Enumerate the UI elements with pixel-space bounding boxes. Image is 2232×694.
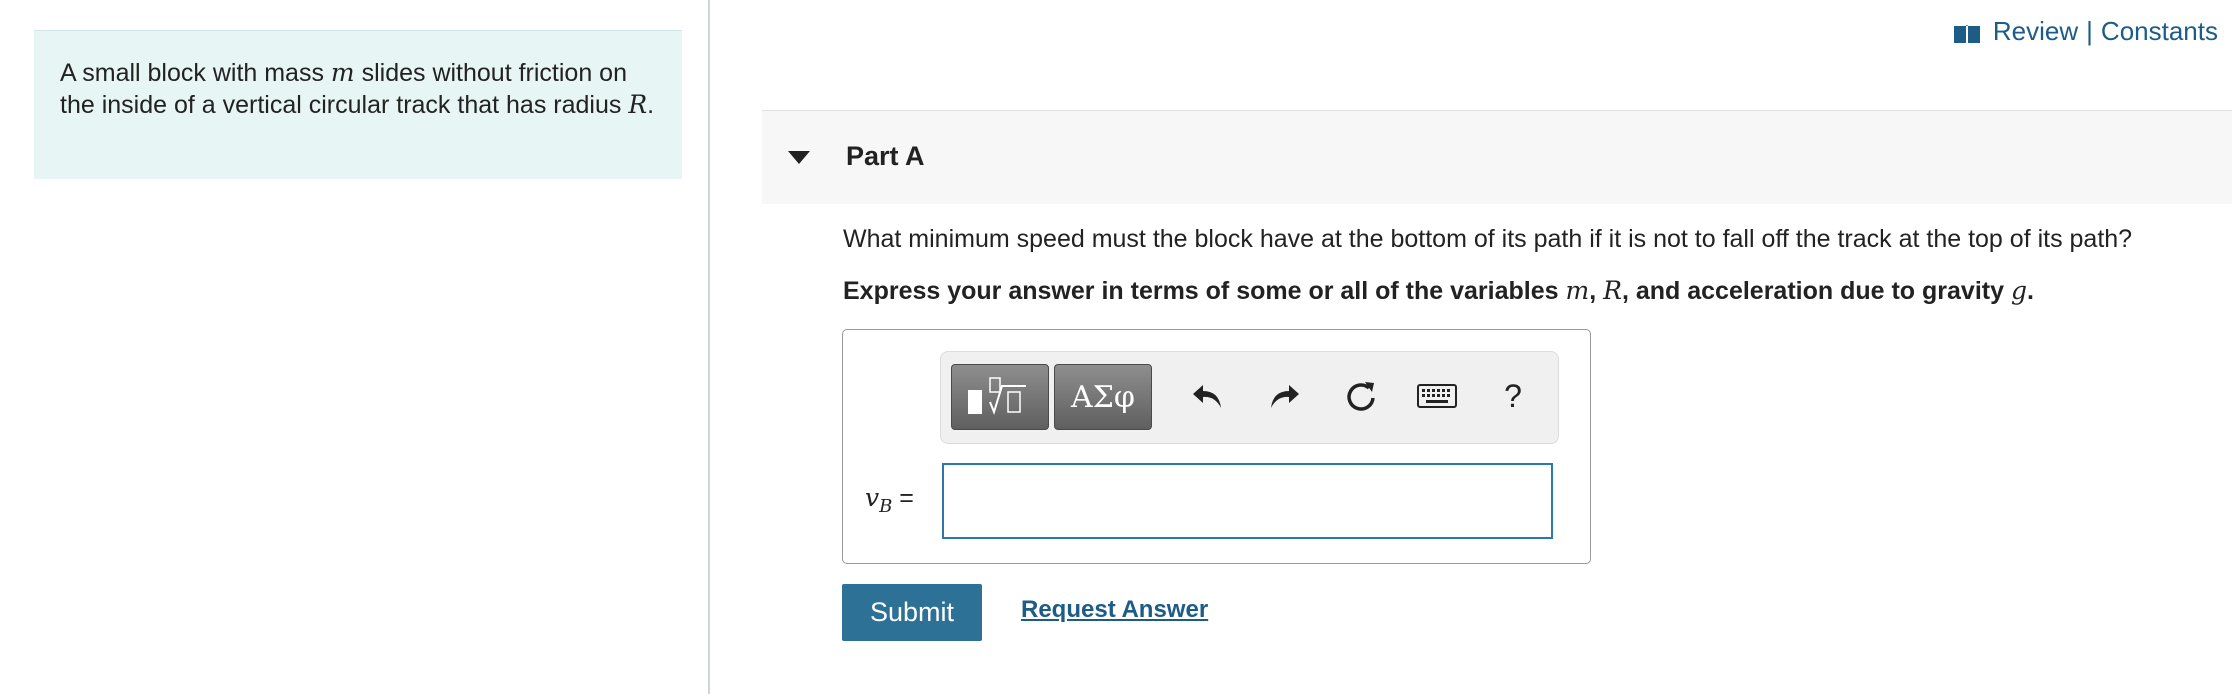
var-subscript: B — [879, 496, 893, 517]
math-toolbar: ΑΣφ ? — [940, 351, 1559, 444]
top-navigation: Review | Constants — [1953, 16, 2218, 47]
var-m: m — [330, 58, 355, 87]
review-link[interactable]: Review — [1993, 16, 2078, 47]
reset-icon[interactable] — [1339, 374, 1383, 418]
var-v: v — [865, 483, 880, 512]
undo-icon[interactable] — [1186, 374, 1230, 418]
greek-button[interactable]: ΑΣφ — [1054, 364, 1152, 430]
answer-panel: ΑΣφ ? vB = — [842, 329, 1591, 564]
submit-button[interactable]: Submit — [842, 584, 982, 641]
equals-sign: = — [892, 484, 914, 512]
instruction-segment: , and acceleration due to gravity — [1621, 277, 2011, 305]
help-label: ? — [1504, 377, 1522, 414]
templates-icon — [968, 377, 1026, 416]
var-r: R — [628, 90, 648, 119]
instruction-segment: , — [1589, 277, 1604, 305]
question-text: What minimum speed must the block have a… — [843, 225, 2133, 253]
intro-text: A small block with mass — [60, 59, 331, 87]
var-g: g — [2010, 276, 2027, 305]
problem-statement: A small block with mass m slides without… — [34, 30, 682, 179]
var-m: m — [1565, 276, 1590, 305]
part-title: Part A — [846, 141, 925, 171]
redo-icon[interactable] — [1262, 374, 1306, 418]
part-header[interactable]: Part A — [762, 110, 2232, 204]
constants-link[interactable]: Constants — [2101, 16, 2218, 47]
column-divider — [708, 0, 710, 694]
answer-input[interactable] — [942, 463, 1553, 539]
var-r: R — [1603, 276, 1622, 305]
keyboard-icon[interactable] — [1415, 374, 1459, 418]
intro-text: . — [647, 91, 655, 119]
answer-variable-label: vB = — [865, 483, 914, 517]
request-answer-link[interactable]: Request Answer — [1021, 596, 1208, 624]
book-icon — [1953, 21, 1981, 43]
collapse-caret-icon[interactable] — [788, 151, 810, 164]
instruction-segment: . — [2026, 277, 2034, 305]
help-icon[interactable]: ? — [1491, 374, 1535, 418]
greek-icon: ΑΣφ — [1071, 379, 1135, 415]
nav-separator: | — [2086, 16, 2093, 46]
templates-button[interactable] — [951, 364, 1049, 430]
instruction-segment: Express your answer in terms of some or … — [843, 277, 1566, 305]
instruction-text: Express your answer in terms of some or … — [843, 276, 2034, 306]
